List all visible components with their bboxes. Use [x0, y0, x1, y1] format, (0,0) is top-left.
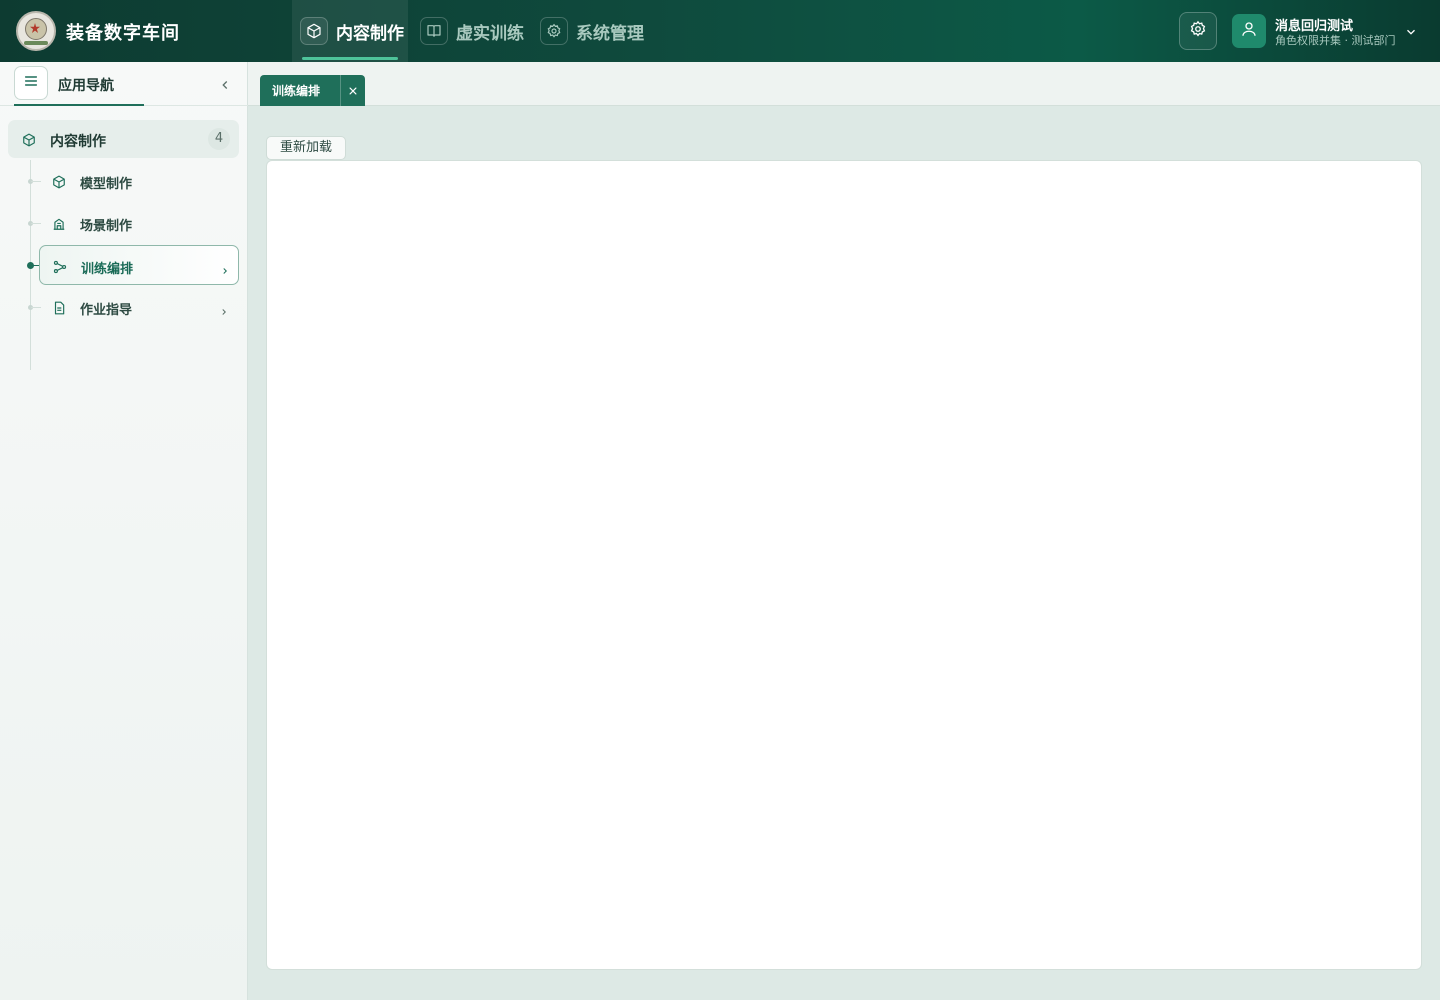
sidebar-item-label: 模型制作 — [80, 177, 133, 192]
building-icon — [52, 216, 66, 235]
app-logo — [16, 11, 56, 51]
app-title: 装备数字车间 — [66, 23, 180, 44]
cube-icon — [52, 174, 66, 193]
content-frame[interactable] — [266, 160, 1422, 970]
sidebar-group-content-production[interactable]: 内容制作 4 — [8, 120, 239, 158]
flow-icon — [53, 259, 67, 278]
document-icon — [52, 300, 66, 319]
sidebar-item-label: 作业指导 — [80, 303, 133, 318]
settings-button[interactable] — [1179, 12, 1217, 50]
chevron-right-icon — [220, 261, 230, 280]
sidebar-item-work-guidance[interactable]: 作业指导 — [39, 287, 239, 327]
sidebar-title: 应用导航 — [58, 78, 114, 94]
count-badge: 4 — [208, 128, 230, 150]
sidebar: 应用导航 内容制作 4 模型制作 场景制作 训练编排 作业指导 — [0, 62, 248, 1000]
hamburger-icon — [23, 73, 39, 93]
sidebar-item-model-production[interactable]: 模型制作 — [39, 161, 239, 201]
reload-button[interactable]: 重新加载 — [266, 136, 346, 160]
gear-icon — [540, 17, 568, 45]
nav-tab-system-management[interactable]: 系统管理 — [540, 0, 650, 62]
user-role: 角色权限并集 · 测试部门 — [1275, 34, 1396, 47]
box-icon — [22, 132, 36, 151]
gear-icon — [1189, 20, 1207, 42]
box-icon — [300, 17, 328, 45]
nav-tab-virtual-training[interactable]: 虚实训练 — [420, 0, 530, 62]
page-tab-training-orchestration[interactable]: 训练编排 — [260, 75, 365, 106]
sidebar-group-label: 内容制作 — [50, 134, 106, 150]
sidebar-item-label: 场景制作 — [80, 219, 133, 234]
sidebar-item-training-orchestration[interactable]: 训练编排 — [39, 245, 239, 285]
page-tab-bar: 训练编排 — [248, 62, 1440, 106]
nav-tab-content-production[interactable]: 内容制作 — [292, 0, 408, 62]
chevron-right-icon — [219, 302, 229, 321]
sidebar-header-underline — [14, 104, 144, 106]
user-icon — [1240, 20, 1258, 42]
book-icon — [420, 17, 448, 45]
page-tab-label: 训练编排 — [272, 84, 321, 98]
nav-tab-label: 系统管理 — [576, 23, 644, 44]
sidebar-item-label: 训练编排 — [81, 262, 134, 277]
collapse-sidebar-icon[interactable] — [218, 77, 232, 96]
close-icon[interactable] — [341, 75, 365, 106]
sidebar-header: 应用导航 — [0, 62, 248, 106]
user-avatar[interactable] — [1232, 14, 1266, 48]
active-tab-indicator — [302, 57, 398, 60]
chevron-down-icon[interactable] — [1404, 24, 1418, 43]
top-header: 装备数字车间 内容制作 虚实训练 系统管理 消息回归测试 角色权限并集 · 测试… — [0, 0, 1440, 62]
nav-tab-label: 虚实训练 — [456, 23, 524, 44]
menu-toggle-button[interactable] — [14, 66, 48, 100]
nav-tab-label: 内容制作 — [336, 23, 404, 44]
sidebar-item-scene-production[interactable]: 场景制作 — [39, 203, 239, 243]
